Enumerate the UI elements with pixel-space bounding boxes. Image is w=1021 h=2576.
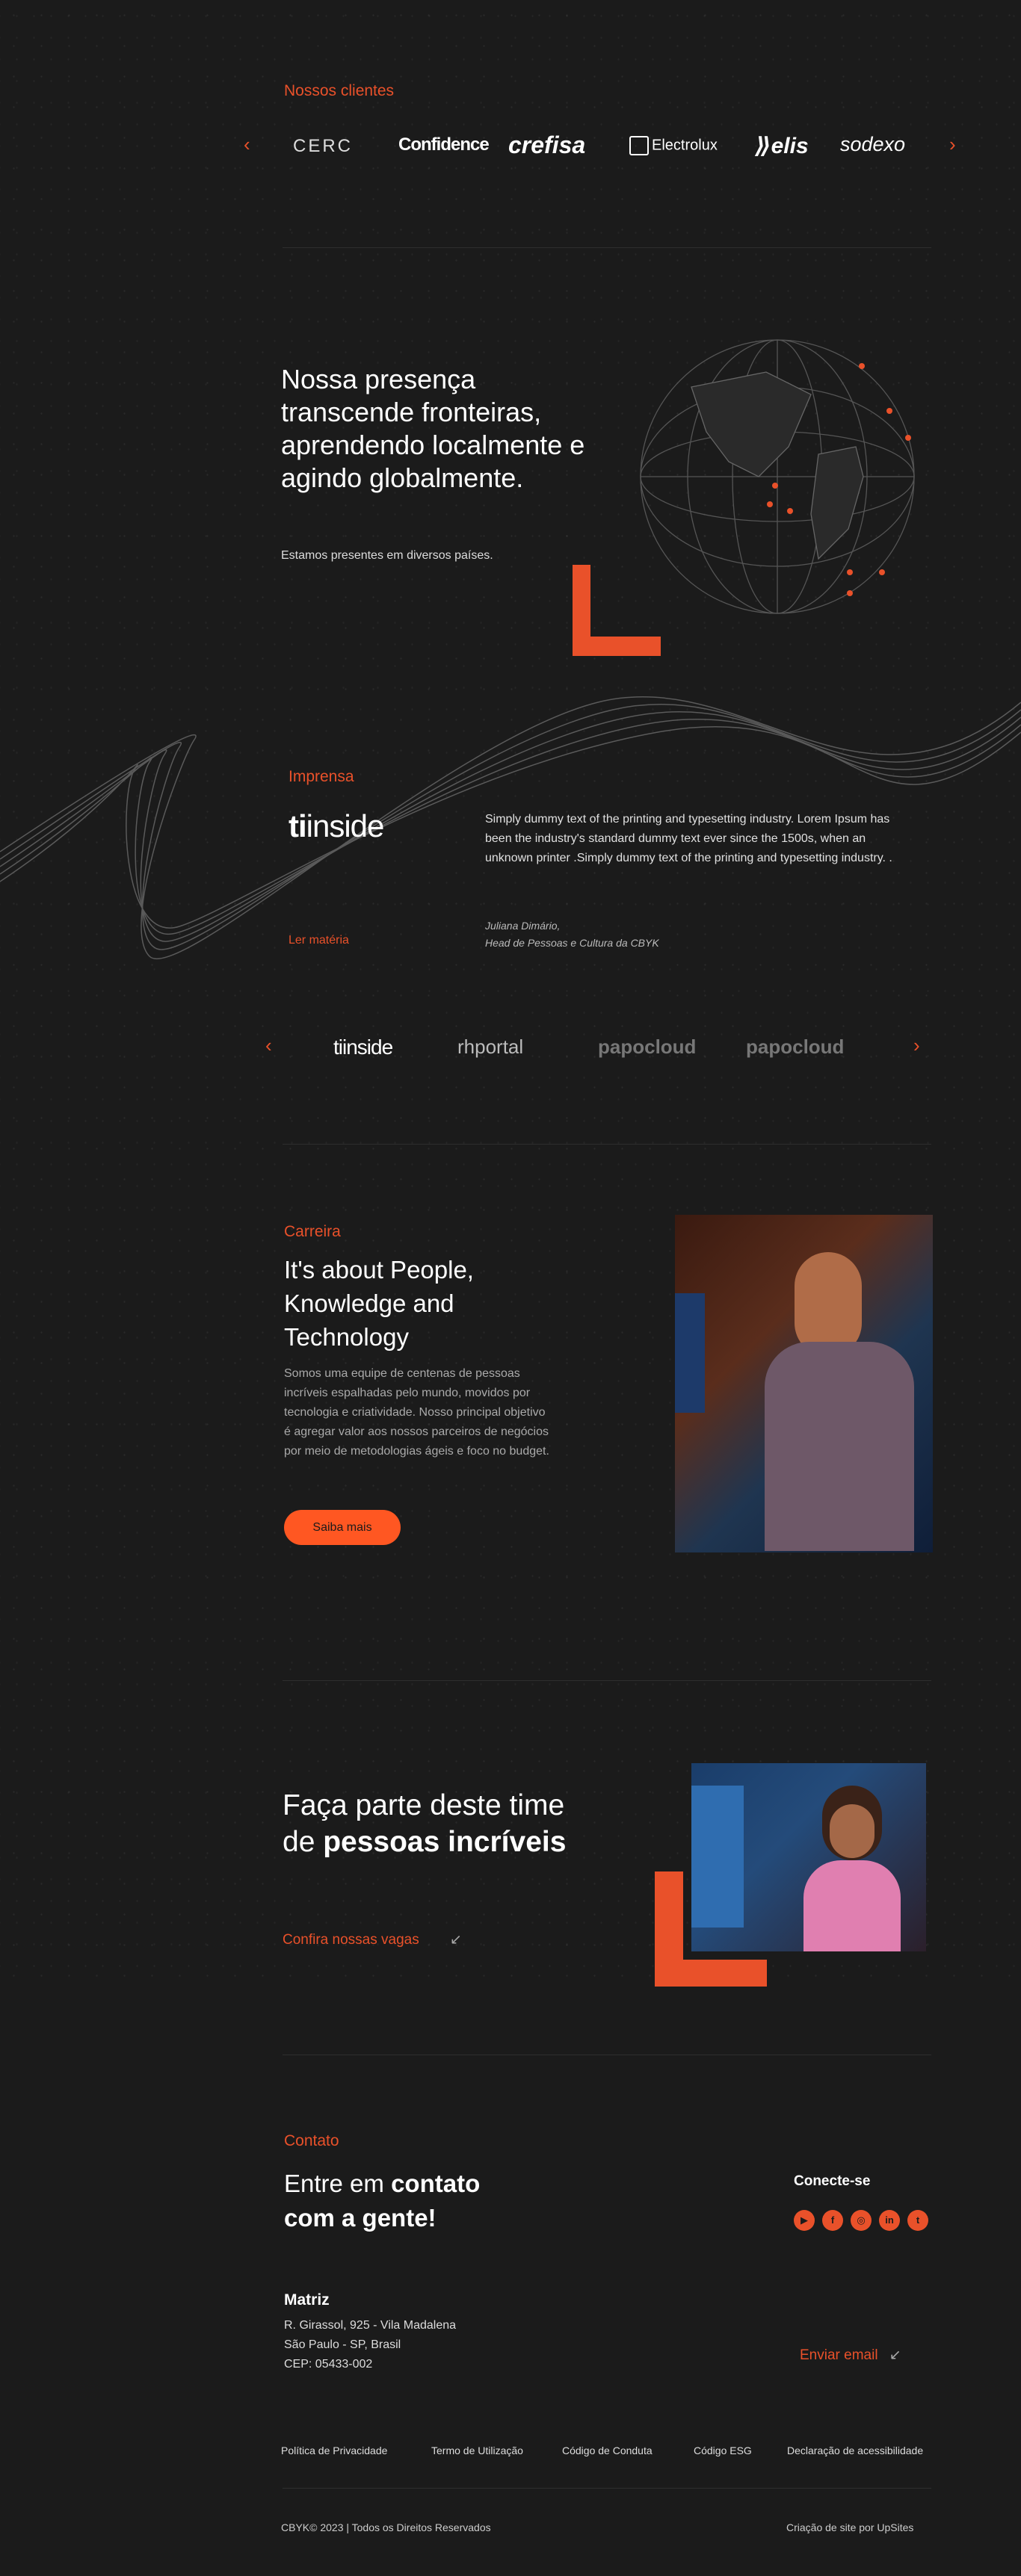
arrow-icon: ↙ (450, 1932, 462, 1948)
send-email-link[interactable]: Enviar email ↙ (800, 2347, 901, 2364)
press-quote: Simply dummy text of the printing and ty… (485, 813, 892, 864)
address-line: São Paulo - SP, Brasil (284, 2338, 401, 2351)
location-marker (767, 501, 773, 507)
location-marker (859, 363, 865, 369)
career-heading: It's about People, Knowledge and Technol… (284, 1256, 474, 1351)
location-marker (787, 508, 793, 514)
footer-link-accessibility[interactable]: Declaração de acessibilidade (787, 2445, 923, 2456)
tiinside-logo-label: inside (306, 808, 385, 843)
client-logo-sodexo: sodexo (840, 133, 906, 155)
chevron-right-icon: › (949, 133, 956, 155)
footer-link-privacy[interactable]: Política de Privacidade (281, 2445, 387, 2456)
press-title: Imprensa (289, 768, 354, 785)
person-body (765, 1342, 914, 1551)
section-divider (283, 247, 931, 248)
facebook-icon[interactable]: f (822, 2210, 843, 2231)
join-photo (691, 1763, 926, 1951)
clients-title: Nossos clientes (284, 82, 395, 99)
press-carousel-logo[interactable]: papocloud (598, 1035, 696, 1059)
address-line: CEP: 05433-002 (284, 2358, 373, 2371)
client-logo-crefisa: crefisa (508, 131, 586, 158)
location-marker (886, 408, 892, 414)
site-credit-link[interactable]: Criação de site por UpSites (786, 2521, 913, 2533)
arrow-icon: ↙ (889, 2347, 901, 2363)
location-marker (847, 569, 853, 575)
press-prev-button[interactable]: ‹ (265, 1035, 272, 1055)
hq-title: Matriz (284, 2291, 330, 2309)
client-logo-cerc: CERC (293, 136, 354, 156)
contact-heading-bold: contato (391, 2170, 481, 2197)
chevron-right-icon: › (913, 1034, 920, 1056)
client-logo-electrolux: Electrolux (629, 136, 718, 155)
monitor-shape (675, 1293, 705, 1413)
address-line: R. Girassol, 925 - Vila Madalena (284, 2319, 457, 2332)
clients-prev-button[interactable]: ‹ (244, 134, 250, 154)
contact-heading-bold-2: com a gente! (284, 2204, 437, 2232)
electrolux-mark-icon (629, 136, 649, 155)
career-photo (675, 1215, 933, 1552)
footer-link-conduct[interactable]: Código de Conduta (562, 2445, 653, 2456)
tiinside-logo-prefix: ti (289, 808, 307, 843)
section-divider (283, 1680, 931, 1681)
contact-heading: Entre em contato com a gente! (284, 2167, 583, 2235)
footer-divider (283, 2488, 931, 2489)
presence-subtitle: Estamos presentes em diversos países. (281, 549, 493, 562)
learn-more-button[interactable]: Saiba mais (284, 1510, 401, 1545)
join-heading-bold: pessoas incríveis (323, 1826, 567, 1858)
client-logo-confidence: Confidence (398, 134, 490, 155)
join-heading: Faça parte deste time de pessoas incríve… (283, 1787, 582, 1860)
youtube-icon[interactable]: ▶ (794, 2210, 815, 2231)
view-jobs-label: Confira nossas vagas (283, 1932, 419, 1948)
chevron-left-icon: ‹ (244, 133, 250, 155)
press-carousel-logo[interactable]: tiinside (333, 1035, 393, 1059)
press-featured-logo: tiinside (289, 808, 385, 844)
press-author-name: Juliana Dimário, (485, 920, 561, 932)
chevron-left-icon: ‹ (265, 1034, 272, 1056)
location-marker (905, 435, 911, 441)
career-body: Somos uma equipe de centenas de pessoas … (284, 1367, 549, 1458)
read-article-link[interactable]: Ler matéria (289, 934, 349, 947)
person-silhouette (795, 1252, 862, 1357)
electrolux-label: Electrolux (652, 137, 718, 154)
monitor-shape (691, 1786, 744, 1928)
send-email-label: Enviar email (800, 2347, 878, 2363)
instagram-icon[interactable]: ◎ (851, 2210, 872, 2231)
press-carousel-logo[interactable]: rhportal (457, 1035, 523, 1059)
copyright: CBYK© 2023 | Todos os Direitos Reservado… (281, 2521, 491, 2533)
section-divider (283, 1144, 931, 1145)
footer-link-esg[interactable]: Código ESG (694, 2445, 752, 2456)
elis-label: elis (771, 134, 809, 158)
client-logo-elis: ⟫elis (755, 134, 809, 158)
contact-heading-text: Entre em (284, 2170, 392, 2197)
location-marker (879, 569, 885, 575)
presence-heading: Nossa presença transcende fronteiras, ap… (281, 364, 585, 493)
globe-illustration (640, 339, 915, 614)
linkedin-icon[interactable]: in (879, 2210, 900, 2231)
location-marker (847, 590, 853, 596)
press-next-button[interactable]: › (913, 1035, 920, 1055)
clients-next-button[interactable]: › (949, 134, 956, 154)
starfield-background-secondary (0, 0, 1021, 1980)
press-author-role: Head de Pessoas e Cultura da CBYK (485, 937, 659, 949)
person-face (830, 1804, 875, 1858)
contact-title: Contato (284, 2132, 339, 2149)
view-jobs-link[interactable]: Confira nossas vagas ↙ (283, 1931, 462, 1948)
connect-title: Conecte-se (794, 2173, 871, 2189)
person-body (803, 1860, 901, 1951)
twitter-icon[interactable]: t (907, 2210, 928, 2231)
footer-link-terms[interactable]: Termo de Utilização (431, 2445, 523, 2456)
location-marker (772, 483, 778, 489)
press-carousel-logo[interactable]: papocloud (746, 1035, 844, 1059)
career-title: Carreira (284, 1223, 341, 1240)
